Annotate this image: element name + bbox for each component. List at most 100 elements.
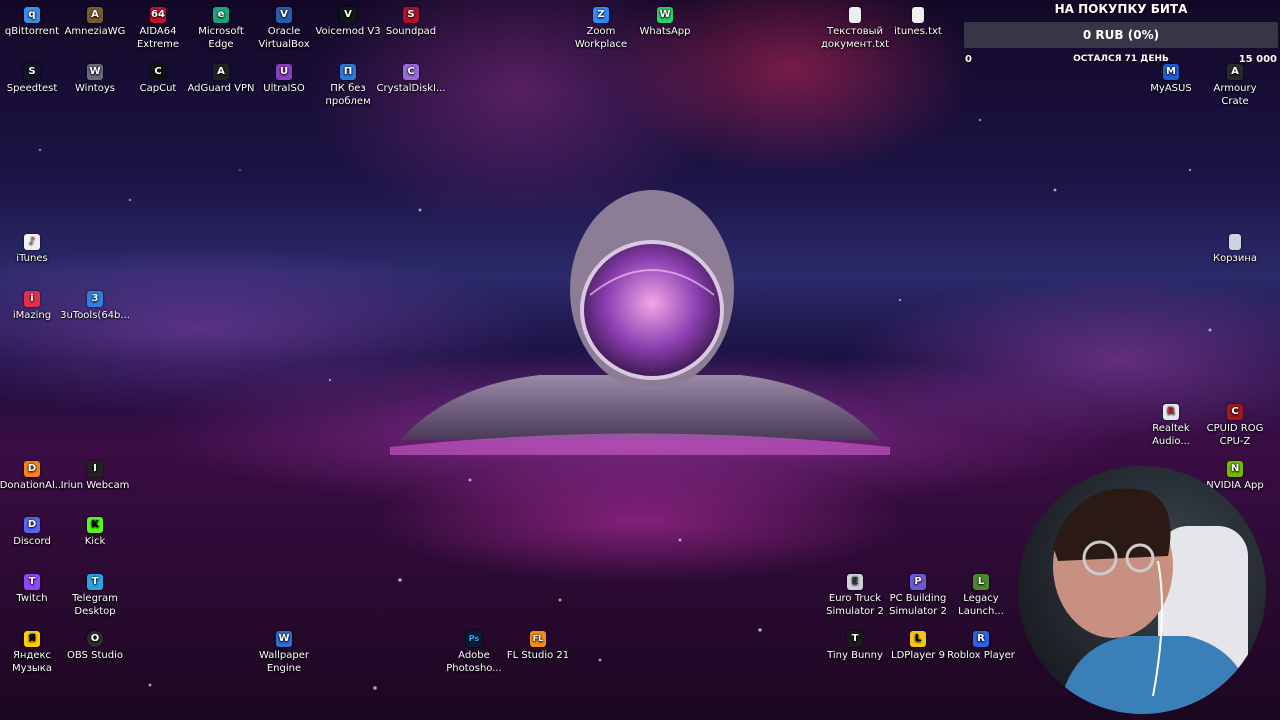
imazing-icon: i [24,291,40,307]
desktop-icon-qbittorrent[interactable]: q qBittorrent [0,4,68,38]
desktop-icon-iriun[interactable]: I Iriun Webcam [59,458,131,492]
desktop-icon-zoom[interactable]: Z Zoom Workplace [565,4,637,51]
realtek-icon: R [1163,404,1179,420]
desktop-icon-label: ПК без проблем [325,83,371,107]
desktop-icon-label: Armoury Crate [1213,83,1257,107]
desktop-icon-wintoys[interactable]: W Wintoys [59,61,131,95]
wintoys-icon: W [87,64,103,80]
desktop-icon-euro-truck[interactable]: E Euro Truck Simulator 2 [819,571,891,618]
desktop-icon-label: Oracle VirtualBox [258,26,310,50]
desktop-icon-imazing[interactable]: i iMazing [0,288,68,322]
desktop-icon-label: AmneziaWG [64,26,126,37]
desktop-icon-legacy[interactable]: L Legacy Launch... [945,571,1017,618]
desktop-icon-roblox[interactable]: R Roblox Player [945,628,1017,662]
desktop-icon-label: Microsoft Edge [198,26,244,50]
desktop-icon-twitch[interactable]: T Twitch [0,571,68,605]
webcam-overlay [1018,466,1266,714]
desktop-icon-label: Realtek Audio... [1152,423,1190,447]
desktop-icon-label: Discord [13,536,51,547]
desktop-icon-obs[interactable]: O OBS Studio [59,628,131,662]
desktop-icon-soundpad[interactable]: S Soundpad [375,4,447,38]
text-file-icon [849,7,861,23]
nvidia-icon: N [1227,461,1243,477]
desktop-icon-label: qBittorrent [4,26,60,37]
desktop-icon-crystaldisk[interactable]: C CrystalDiskI... [375,61,447,95]
pk-bez-problem-icon: П [340,64,356,80]
desktop-icon-yandex-music[interactable]: Я Яндекс Музыка [0,628,68,675]
desktop-icon-label: Telegram Desktop [72,593,118,617]
desktop-icon-label: Wallpaper Engine [258,650,310,674]
desktop-icon-label: Soundpad [385,26,437,37]
euro-truck-icon: E [847,574,863,590]
desktop-icon-whatsapp[interactable]: W WhatsApp [629,4,701,38]
desktop-icon-telegram[interactable]: T Telegram Desktop [59,571,131,618]
desktop-icon-label: itunes.txt [894,26,942,37]
crystaldisk-icon: C [403,64,419,80]
desktop-icon-label: Roblox Player [947,650,1015,661]
donation-amount: 0 RUB (0%) [1082,28,1160,42]
desktop-icon-label: MyASUS [1150,83,1192,94]
ultraiso-icon: U [276,64,292,80]
desktop-icon-edge[interactable]: e Microsoft Edge [185,4,257,51]
desktop-icon-itunes[interactable]: ♪ iTunes [0,231,68,265]
twitch-icon: T [24,574,40,590]
desktop-icon-voicemod[interactable]: V Voicemod V3 [312,4,384,38]
amneziawg-icon: A [87,7,103,23]
desktop-icon-pc-building[interactable]: P PC Building Simulator 2 [882,571,954,618]
desktop-icon-speedtest[interactable]: S Speedtest [0,61,68,95]
desktop-icon-cpuid[interactable]: C CPUID ROG CPU-Z [1199,401,1271,448]
3utools-icon: 3 [87,291,103,307]
desktop-icon-donationalerts[interactable]: D DonationAl... [0,458,68,492]
speedtest-icon: S [24,64,40,80]
qbittorrent-icon: q [24,7,40,23]
desktop-icon-tiny-bunny[interactable]: T Tiny Bunny [819,628,891,662]
desktop-icon-ldplayer[interactable]: L LDPlayer 9 [882,628,954,662]
desktop-icon-itunes-txt[interactable]: itunes.txt [882,4,954,38]
desktop-icon-label: OBS Studio [67,650,123,661]
capcut-icon: C [150,64,166,80]
desktop-icon-label: iTunes [16,253,48,264]
desktop-icon-label: WhatsApp [639,26,691,37]
desktop-icon-label: Корзина [1212,253,1258,264]
recycle-bin-icon [1229,234,1241,250]
desktop-icon-label: Kick [84,536,106,547]
desktop-icon-fl-studio[interactable]: FL FL Studio 21 [502,628,574,662]
desktop-icon-adguard[interactable]: A AdGuard VPN [185,61,257,95]
desktop-icon-virtualbox[interactable]: V Oracle VirtualBox [248,4,320,51]
donation-goal-title: НА ПОКУПКУ БИТА [1054,2,1188,16]
fl-studio-icon: FL [530,631,546,647]
voicemod-icon: V [340,7,356,23]
desktop-icon-amneziawg[interactable]: A AmneziaWG [59,4,131,38]
desktop-icon-label: Wintoys [75,83,115,94]
desktop-icon-kick[interactable]: K Kick [59,514,131,548]
desktop-icon-capcut[interactable]: C CapCut [122,61,194,95]
desktop-icon-aida64[interactable]: 64 AIDA64 Extreme [122,4,194,51]
roblox-icon: R [973,631,989,647]
cpuid-icon: C [1227,404,1243,420]
desktop-icon-label: FL Studio 21 [506,650,570,661]
desktop-icon-label: Текстовый документ.txt [821,26,889,50]
desktop-icon-3utools[interactable]: 3 3uTools(64b... [59,288,131,322]
desktop-icon-label: Adobe Photosho... [446,650,502,674]
desktop-icon-label: Speedtest [6,83,58,94]
ldplayer-icon: L [910,631,926,647]
edge-icon: e [213,7,229,23]
desktop-icon-label: Voicemod V3 [315,26,381,37]
desktop-icon-photoshop[interactable]: Ps Adobe Photosho... [438,628,510,675]
desktop-icon-realtek[interactable]: R Realtek Audio... [1135,401,1207,448]
desktop-icon-label: Twitch [16,593,48,604]
virtualbox-icon: V [276,7,292,23]
desktop-icon-recycle-bin[interactable]: Корзина [1199,231,1271,265]
desktop-icon-wallpaper-engine[interactable]: W Wallpaper Engine [248,628,320,675]
text-file-icon [912,7,924,23]
desktop-icon-label: PC Building Simulator 2 [889,593,947,617]
desktop-icon-text-doc[interactable]: Текстовый документ.txt [819,4,891,51]
desktop-icon-label: Iriun Webcam [60,480,130,491]
itunes-icon: ♪ [24,234,40,250]
desktop-icon-label: Euro Truck Simulator 2 [826,593,884,617]
desktop-icon-pk-bez-problem[interactable]: П ПК без проблем [312,61,384,108]
desktop-icon-ultraiso[interactable]: U UltraISO [248,61,320,95]
yandex-music-icon: Я [24,631,40,647]
donation-max-label: 15 000 [1238,54,1277,65]
desktop-icon-discord[interactable]: D Discord [0,514,68,548]
